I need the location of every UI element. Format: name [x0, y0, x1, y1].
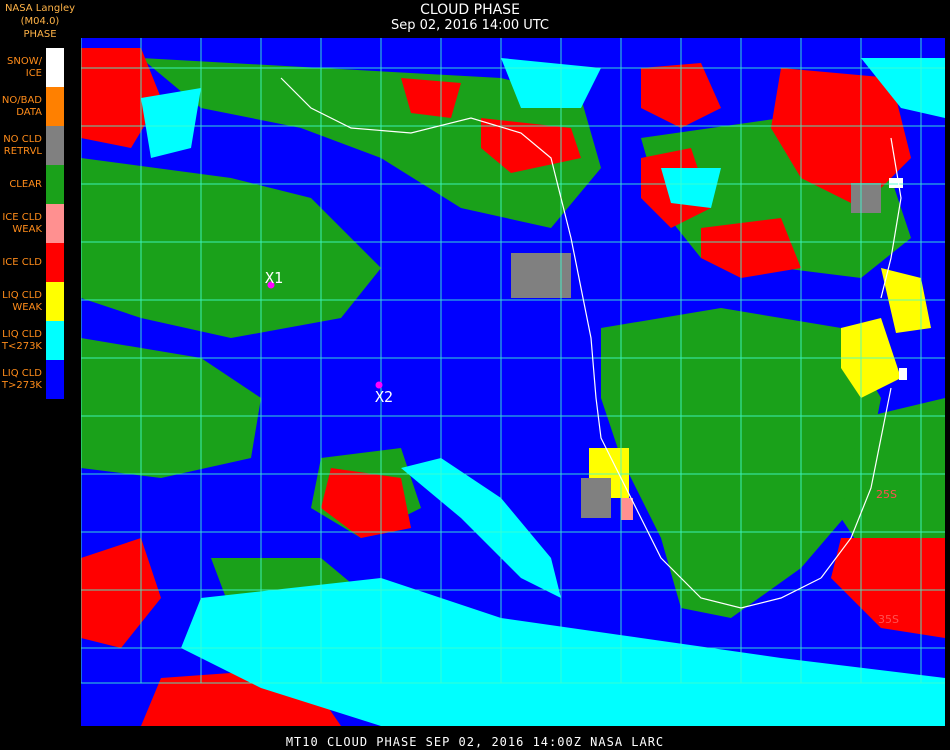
legend-item-no-cld-retrvl: NO CLD RETRVL — [0, 126, 66, 165]
source-label: NASA Langley (M04.0) — [4, 3, 76, 27]
legend-item-ice-cld: ICE CLD — [0, 243, 66, 282]
legend-swatch — [46, 360, 64, 399]
page-datetime: Sep 02, 2016 14:00 UTC — [390, 18, 550, 33]
ice-weak-regions — [621, 498, 633, 520]
legend-swatch — [46, 126, 64, 165]
legend-item-liq-cld-cold: LIQ CLD T<273K — [0, 321, 66, 360]
legend-swatch — [46, 204, 64, 243]
legend-label: LIQ CLD T>273K — [1, 367, 42, 391]
legend-label: LIQ CLD T<273K — [1, 328, 42, 352]
legend-swatch — [46, 243, 64, 282]
legend-swatch — [46, 87, 64, 126]
legend-item-liq-cld-warm: LIQ CLD T>273K — [0, 360, 66, 399]
legend-label: NO/BAD DATA — [1, 94, 42, 118]
legend-swatch — [46, 282, 64, 321]
legend-item-ice-cld-weak: ICE CLD WEAK — [0, 204, 66, 243]
legend-label: LIQ CLD WEAK — [2, 289, 42, 313]
marker-label: X2 — [375, 388, 393, 406]
legend-swatch — [46, 48, 64, 87]
legend-item-clear: CLEAR — [0, 165, 66, 204]
marker-label: X1 — [265, 269, 283, 287]
phase-legend: SNOW/ ICE NO/BAD DATA NO CLD RETRVL CLEA… — [0, 48, 66, 399]
grid-label-35s: 35S — [878, 613, 899, 626]
legend-swatch — [46, 165, 64, 204]
legend-item-snow-ice: SNOW/ ICE — [0, 48, 66, 87]
page-title: CLOUD PHASE — [420, 2, 520, 18]
header-source: NASA Langley (M04.0) PHASE — [4, 2, 76, 41]
footer-caption: MT10 CLOUD PHASE SEP 02, 2016 14:00Z NAS… — [285, 735, 665, 749]
grid-label-25s: 25S — [876, 488, 897, 501]
marker-x1: X1 — [265, 269, 283, 289]
legend-label: NO CLD RETRVL — [3, 133, 42, 157]
legend-item-no-bad-data: NO/BAD DATA — [0, 87, 66, 126]
legend-label: ICE CLD — [2, 256, 42, 268]
legend-title: PHASE — [23, 29, 57, 40]
cloud-phase-map: X1 X2 25S 35S — [80, 38, 945, 726]
legend-swatch — [46, 321, 64, 360]
legend-label: SNOW/ ICE — [7, 55, 42, 79]
legend-label: CLEAR — [9, 178, 42, 190]
legend-label: ICE CLD WEAK — [2, 211, 42, 235]
legend-item-liq-cld-weak: LIQ CLD WEAK — [0, 282, 66, 321]
